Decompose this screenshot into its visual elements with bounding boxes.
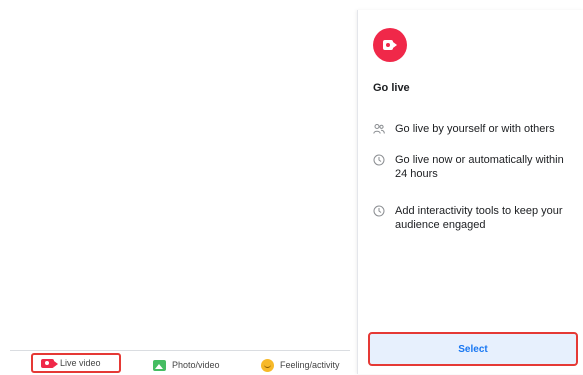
composer-action-bar: Live video Photo/video Feeling/activity: [10, 350, 350, 375]
live-video-icon: [41, 358, 58, 368]
photo-video-label: Photo/video: [172, 360, 220, 370]
feature-text: Add interactivity tools to keep your aud…: [395, 205, 563, 231]
clock-icon: [373, 205, 385, 217]
feature-item-schedule: Go live now or automatically within 24 h…: [373, 153, 575, 181]
live-video-button[interactable]: Live video: [31, 353, 121, 373]
live-video-label: Live video: [60, 358, 101, 368]
feature-item-collaborate: Go live by yourself or with others: [373, 122, 575, 136]
feeling-activity-button[interactable]: Feeling/activity: [261, 355, 340, 375]
smiley-icon: [261, 358, 274, 372]
feature-text: Go live now or automatically within 24 h…: [395, 154, 564, 180]
feeling-activity-label: Feeling/activity: [280, 360, 340, 370]
photo-icon: [153, 359, 166, 371]
clock-icon: [373, 154, 385, 166]
live-camera-icon: [373, 28, 407, 62]
people-icon: [373, 124, 385, 134]
feature-text: Go live by yourself or with others: [395, 123, 555, 135]
select-button[interactable]: Select: [368, 332, 578, 366]
go-live-panel: Go live Go live by yourself or with othe…: [357, 10, 583, 374]
photo-video-button[interactable]: Photo/video: [153, 355, 220, 375]
panel-title: Go live: [373, 82, 410, 94]
feature-item-interactivity: Add interactivity tools to keep your aud…: [373, 204, 575, 232]
